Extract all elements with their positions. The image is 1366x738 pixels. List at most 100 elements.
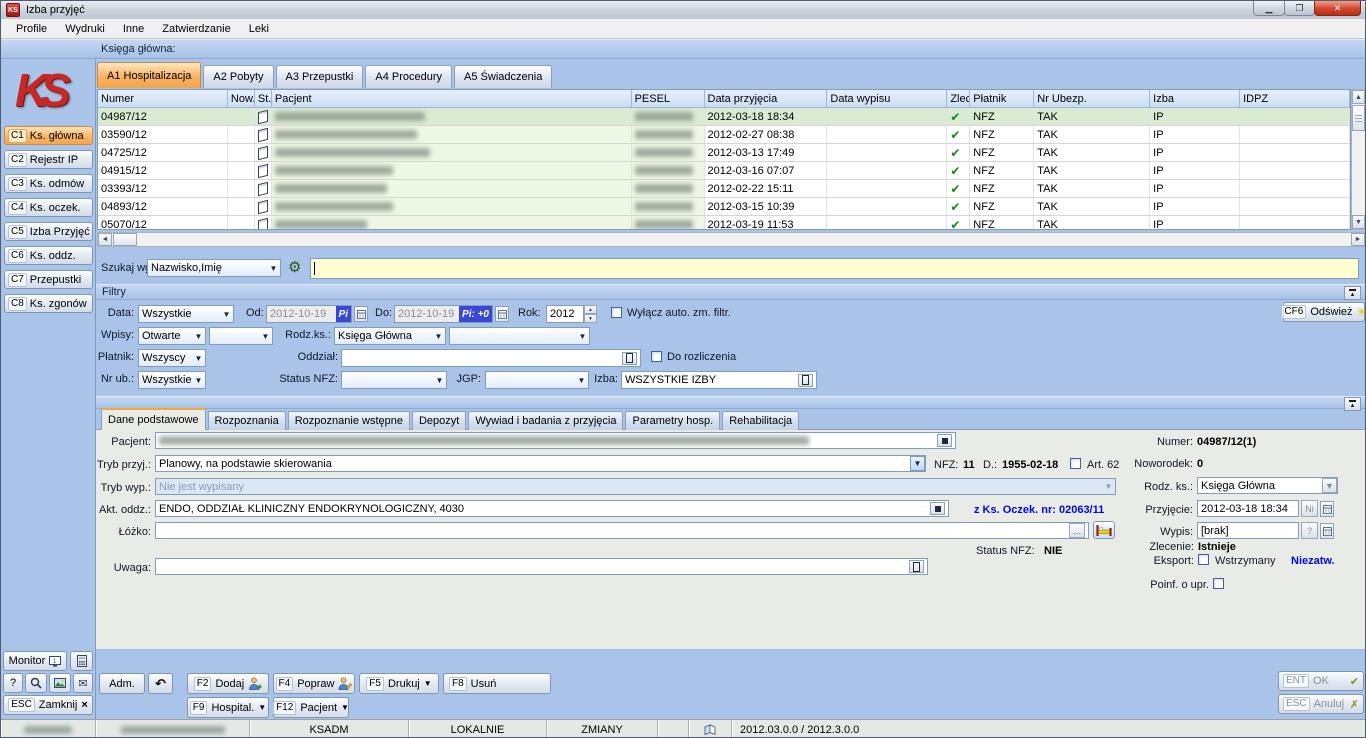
column-header-9[interactable]: Płatnik bbox=[970, 90, 1034, 107]
scroll-right-icon[interactable]: ► bbox=[1351, 233, 1365, 246]
ellipsis-icon[interactable]: … bbox=[1069, 523, 1085, 538]
restore-button[interactable]: ❐ bbox=[1284, 1, 1315, 16]
menu-item-4[interactable]: Zatwierdzanie bbox=[153, 21, 239, 37]
menu-item-1[interactable]: Profile bbox=[7, 21, 56, 37]
table-row[interactable]: 04893/122012-03-15 10:39✔NFZTAKIP bbox=[98, 198, 1350, 216]
year-spinner[interactable]: ▲▼ bbox=[584, 305, 597, 323]
informed-checkbox[interactable] bbox=[1213, 578, 1224, 589]
discharge-date-field[interactable]: [brak] bbox=[1197, 522, 1299, 539]
art62-checkbox[interactable] bbox=[1070, 458, 1081, 469]
table-hscrollbar[interactable]: ◄ ► bbox=[97, 232, 1366, 247]
patient-field[interactable] bbox=[155, 432, 956, 449]
collapse-filters-icon[interactable]: ▲ bbox=[1344, 286, 1361, 300]
scroll-left-icon[interactable]: ◄ bbox=[98, 233, 112, 246]
close-screen-button[interactable]: ESC Zamknij × bbox=[3, 695, 93, 715]
mail-button[interactable]: ✉ bbox=[73, 673, 93, 693]
detail-tab-6[interactable]: Parametry hosp. bbox=[625, 411, 720, 430]
menu-item-5[interactable]: Leki bbox=[240, 21, 278, 37]
zoom-button[interactable] bbox=[25, 673, 47, 693]
hospital-button[interactable]: F9 Hospital. ▼ bbox=[187, 697, 269, 718]
chevron-down-icon[interactable]: ▼ bbox=[1322, 478, 1337, 493]
tab-a3[interactable]: A3 Przepustki bbox=[276, 65, 364, 88]
sidebar-item-c1[interactable]: C1Ks. główna bbox=[4, 126, 93, 145]
filter-bookkind-select[interactable]: Księga Główna▼ bbox=[334, 327, 446, 345]
filter-from-date[interactable]: 2012-10-19 Pi bbox=[266, 305, 352, 323]
calendar-icon[interactable] bbox=[1320, 523, 1334, 539]
filter-entries-select[interactable]: Otwarte▼ bbox=[138, 327, 206, 345]
menu-item-2[interactable]: Wydruki bbox=[56, 21, 114, 37]
collapse-detail-icon[interactable]: ▲ bbox=[1344, 397, 1361, 411]
sidebar-item-c3[interactable]: C3Ks. odmów bbox=[4, 174, 93, 193]
column-header-4[interactable]: Pacjent bbox=[272, 90, 632, 107]
refresh-button[interactable]: CF6 Odśwież ✳ bbox=[1283, 302, 1365, 322]
filter-to-date[interactable]: 2012-10-19 Pi: +0 bbox=[394, 305, 493, 323]
calculator-button[interactable] bbox=[70, 651, 93, 671]
export-checkbox[interactable] bbox=[1198, 554, 1209, 565]
column-header-10[interactable]: Nr Ubezp. bbox=[1034, 90, 1150, 107]
column-header-3[interactable]: St. bbox=[255, 90, 272, 107]
close-button[interactable]: ✕ bbox=[1314, 1, 1361, 16]
patient-button[interactable]: F12 Pacjent ▼ bbox=[273, 697, 349, 718]
sidebar-item-c2[interactable]: C2Rejestr IP bbox=[4, 150, 93, 169]
sidebar-item-c7[interactable]: C7Przepustki bbox=[4, 270, 93, 289]
detail-tab-7[interactable]: Rehabilitacja bbox=[722, 411, 799, 430]
current-ward-field[interactable]: ENDO, ODDZIAŁ KLINICZNY ENDOKRYNOLOGICZN… bbox=[155, 500, 949, 517]
filter-ward-input[interactable] bbox=[341, 349, 641, 367]
bookkind-select[interactable]: Księga Główna ▼ bbox=[1197, 477, 1338, 494]
image-button[interactable] bbox=[49, 673, 71, 693]
chevron-down-icon[interactable]: ▼ bbox=[910, 456, 925, 471]
hscroll-thumb[interactable] bbox=[113, 233, 137, 246]
calendar-icon[interactable] bbox=[354, 306, 368, 322]
gear-icon[interactable]: ⚙ bbox=[288, 258, 301, 276]
minimize-button[interactable]: ▁ bbox=[1253, 1, 1285, 16]
detail-tab-1[interactable]: Dane podstawowe bbox=[101, 408, 206, 430]
scroll-up-icon[interactable]: ▲ bbox=[1352, 90, 1365, 104]
bed-field[interactable]: … bbox=[155, 522, 1089, 539]
detail-tab-4[interactable]: Depozyt bbox=[412, 411, 466, 430]
picker-icon[interactable] bbox=[622, 352, 637, 365]
sidebar-item-c6[interactable]: C6Ks. oddz. bbox=[4, 246, 93, 265]
note-field[interactable] bbox=[155, 558, 928, 575]
column-header-6[interactable]: Data przyjęcia bbox=[705, 90, 828, 107]
sidebar-item-c5[interactable]: C5Izba Przyjęć bbox=[4, 222, 93, 241]
admission-date-field[interactable]: 2012-03-18 18:34 bbox=[1197, 500, 1299, 517]
monitor-button[interactable]: Monitor 1 bbox=[3, 651, 67, 671]
detail-tab-3[interactable]: Rozpoznanie wstępne bbox=[288, 411, 410, 430]
column-header-7[interactable]: Data wypisu bbox=[827, 90, 947, 107]
column-header-12[interactable]: IDPZ bbox=[1240, 90, 1350, 107]
adm-button[interactable]: Adm. bbox=[99, 673, 145, 694]
filter-jgp-select[interactable]: ▼ bbox=[485, 371, 589, 389]
admission-mode-select[interactable]: Planowy, na podstawie skierowania ▼ bbox=[155, 455, 926, 472]
search-mode-select[interactable]: Nazwisko,Imię ▼ bbox=[147, 259, 281, 277]
filter-insurance-select[interactable]: Wszystkie▼ bbox=[138, 371, 206, 389]
search-input[interactable] bbox=[310, 258, 1359, 279]
add-button[interactable]: F2 Dodaj bbox=[187, 673, 269, 694]
table-row[interactable]: 04987/122012-03-18 18:34✔NFZTAKIP bbox=[98, 108, 1350, 126]
detail-tab-5[interactable]: Wywiad i badania z przyjęcia bbox=[468, 411, 623, 430]
table-row[interactable]: 03393/122012-02-22 15:11✔NFZTAKIP bbox=[98, 180, 1350, 198]
column-header-8[interactable]: Zlec. bbox=[947, 90, 970, 107]
table-row[interactable]: 04915/122012-03-16 07:07✔NFZTAKIP bbox=[98, 162, 1350, 180]
sidebar-item-c4[interactable]: C4Ks. oczek. bbox=[4, 198, 93, 217]
spin-down-icon[interactable]: ▼ bbox=[584, 314, 597, 323]
bed-button[interactable] bbox=[1093, 521, 1115, 539]
filter-statusnfz-select[interactable]: ▼ bbox=[341, 371, 447, 389]
table-vscrollbar[interactable]: ▲ ▼ bbox=[1351, 89, 1366, 230]
waiting-book-link[interactable]: z Ks. Oczek. nr: 02063/11 bbox=[974, 504, 1104, 516]
table-row[interactable]: 05070/122012-03-19 11:53✔NFZTAKIP bbox=[98, 216, 1350, 230]
vscroll-thumb[interactable] bbox=[1352, 105, 1365, 131]
table-row[interactable]: 03590/122012-02-27 08:38✔NFZTAKIP bbox=[98, 126, 1350, 144]
auto-filter-checkbox[interactable] bbox=[611, 307, 622, 318]
calendar-icon[interactable] bbox=[1320, 501, 1334, 517]
column-header-11[interactable]: Izba bbox=[1150, 90, 1240, 107]
filter-date-select[interactable]: Wszystkie▼ bbox=[138, 305, 234, 323]
tab-a1[interactable]: A1 Hospitalizacja bbox=[97, 62, 201, 88]
tab-a2[interactable]: A2 Pobyty bbox=[203, 65, 273, 88]
column-header-5[interactable]: PESEL bbox=[632, 90, 705, 107]
scroll-down-icon[interactable]: ▼ bbox=[1352, 215, 1365, 229]
detail-tab-2[interactable]: Rozpoznania bbox=[208, 411, 286, 430]
help-button[interactable]: ? bbox=[3, 673, 23, 693]
select-patient-icon[interactable] bbox=[937, 434, 952, 447]
billing-checkbox[interactable] bbox=[651, 351, 662, 362]
edit-button[interactable]: F4 Popraw bbox=[273, 673, 355, 694]
